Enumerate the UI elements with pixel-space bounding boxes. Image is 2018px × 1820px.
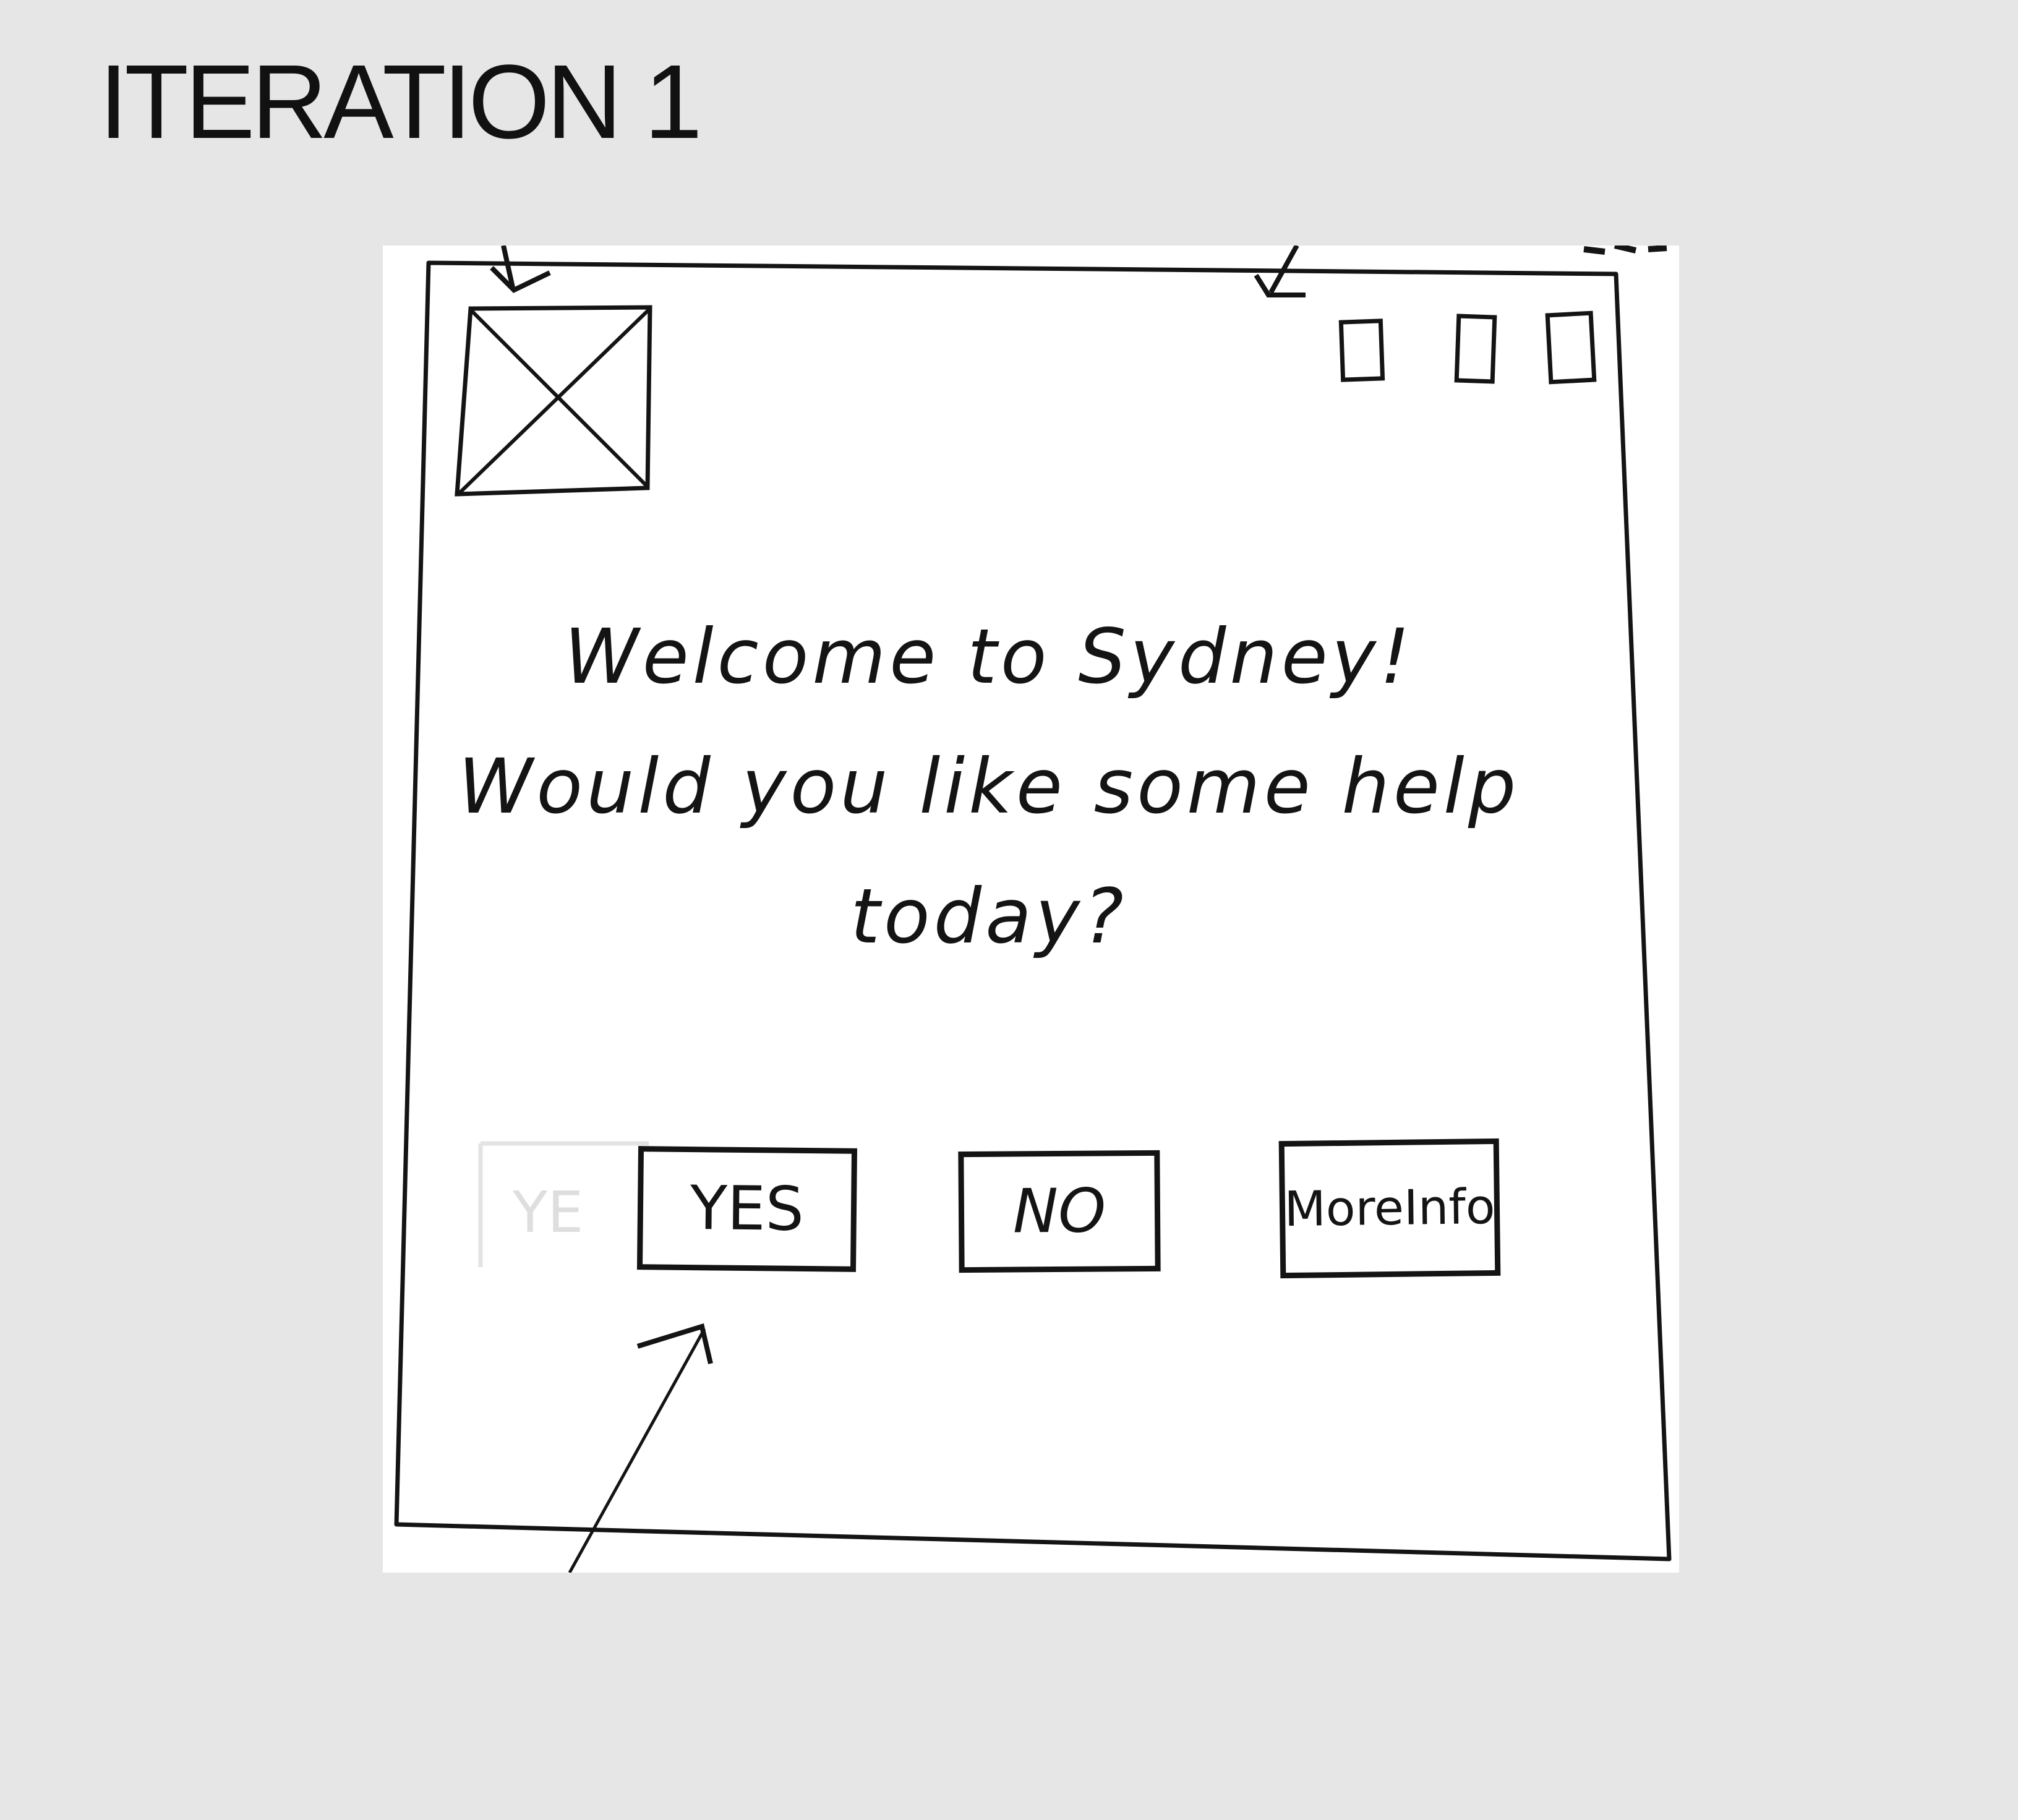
faded-yes-label: YE — [513, 1179, 584, 1245]
annotation-arrow-top-left — [490, 246, 551, 293]
window-controls[interactable] — [1338, 310, 1597, 385]
welcome-message: Welcome to Sydney! Would you like some h… — [383, 592, 1595, 981]
welcome-line-3: today? — [850, 873, 1127, 960]
welcome-line-1: Welcome to Sydney! — [564, 613, 1414, 701]
more-info-label-line-2: Info — [1403, 1179, 1496, 1236]
welcome-line-2: Would you like some help — [458, 743, 1520, 831]
window-control-icon[interactable] — [1338, 318, 1385, 382]
more-info-label-line-1: More — [1283, 1180, 1404, 1238]
image-placeholder-icon — [455, 305, 652, 497]
annotation-arrow-yes — [568, 1323, 713, 1573]
yes-button[interactable]: YES — [636, 1146, 858, 1272]
window-control-icon[interactable] — [1454, 314, 1497, 384]
sketch-photo: Welcome to Sydney! Would you like some h… — [383, 246, 1679, 1573]
page-title: ITERATION 1 — [99, 43, 703, 161]
edge-scribble — [1583, 246, 1667, 255]
more-info-button[interactable]: More Info — [1278, 1138, 1501, 1279]
no-button[interactable]: NO — [958, 1150, 1161, 1273]
window-control-icon[interactable] — [1545, 310, 1597, 385]
